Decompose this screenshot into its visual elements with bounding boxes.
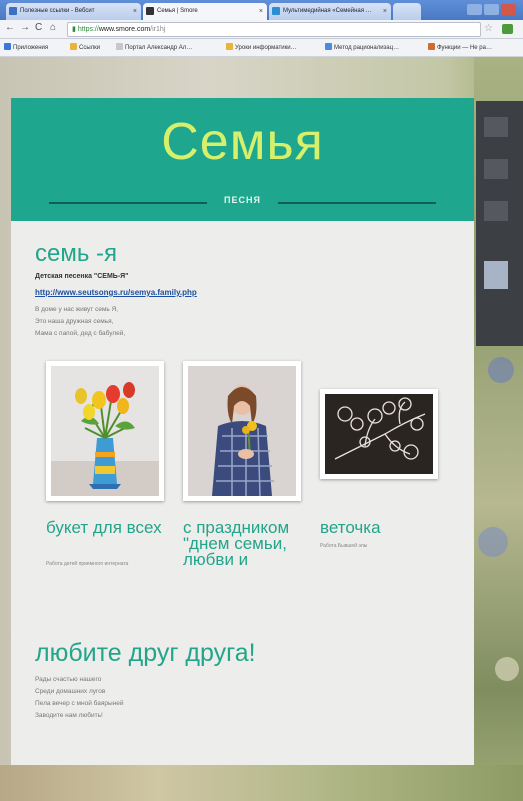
- flyer-card: Семья ПЕСНЯ семь -я Детская песенка "СЕМ…: [11, 98, 474, 765]
- bookmark-label: Ссылки: [79, 45, 101, 51]
- extension-icon[interactable]: [502, 24, 513, 34]
- section-heading: семь -я: [35, 240, 118, 267]
- flyer-title: Семья: [161, 113, 324, 171]
- gallery-caption-title: букет для всех: [46, 518, 162, 537]
- background-flower: [488, 357, 514, 383]
- gallery-photo-girl[interactable]: [183, 361, 301, 501]
- bookmark-label: Портал Александр Ал…: [125, 45, 193, 51]
- folder-icon: [70, 43, 77, 50]
- window-controls: [465, 2, 517, 15]
- song-title: Детская песенка "СЕМЬ-Я": [35, 273, 129, 280]
- browser-tab-active[interactable]: Семья | Smore ×: [143, 3, 267, 20]
- gallery-caption-desc: Работа детей приемного интерната: [46, 561, 129, 567]
- gallery-caption-title: веточка: [320, 518, 381, 537]
- maximize-button[interactable]: [484, 4, 499, 15]
- forward-arrow-icon[interactable]: →: [20, 22, 30, 33]
- browser-tab[interactable]: Мультимедийная «Семейная … ×: [269, 3, 391, 20]
- girl-photo-image: [188, 366, 296, 496]
- bookmark-star-icon[interactable]: ☆: [484, 23, 493, 34]
- browser-toolbar: ← → C ⌂ ▮ https://www.smore.com/ir1hj ☆: [0, 20, 523, 39]
- page-viewport: Семья ПЕСНЯ семь -я Детская песенка "СЕМ…: [0, 57, 523, 801]
- url-protocol: https://: [77, 26, 99, 33]
- reload-icon[interactable]: C: [35, 22, 42, 33]
- bookmark-item[interactable]: Портал Александр Ал…: [116, 43, 192, 51]
- bookmark-label: Уроки информатики…: [235, 45, 297, 51]
- background-flower: [478, 527, 508, 557]
- browser-tab-bar: Полезные ссылки - Вебсит × Семья | Smore…: [0, 0, 523, 20]
- gallery-photo-bouquet[interactable]: [46, 361, 164, 501]
- song-link[interactable]: http://www.seutsongs.ru/semya.family.php: [35, 288, 197, 297]
- close-tab-icon[interactable]: ×: [259, 3, 263, 20]
- bookmark-label: Метод рационализац…: [334, 45, 400, 51]
- window-close-button[interactable]: [501, 4, 516, 15]
- tab-label: Семья | Smore: [157, 8, 198, 14]
- gallery-photo-sprig[interactable]: [320, 389, 438, 479]
- side-button[interactable]: [484, 117, 508, 137]
- lock-icon: ▮: [72, 26, 76, 33]
- minimize-button[interactable]: [467, 4, 482, 15]
- new-tab-button[interactable]: [393, 3, 421, 20]
- poem-line: Среди домашних лугов: [35, 688, 106, 695]
- url-path: /ir1hj: [150, 26, 166, 33]
- gallery-caption-desc: Работа Бывшей элы: [320, 543, 368, 549]
- background-photo-bottom: [0, 765, 523, 801]
- tab-label: Мультимедийная «Семейная …: [283, 8, 372, 14]
- close-tab-icon[interactable]: ×: [133, 3, 137, 20]
- flyer-subtitle: ПЕСНЯ: [224, 195, 261, 205]
- poem-line: Рады счастью нашего: [35, 676, 102, 683]
- poem-line: Заводите нам любить!: [35, 712, 103, 719]
- song-line: В доме у нас живут семь Я,: [35, 306, 119, 313]
- page-icon: [428, 43, 435, 50]
- favicon-icon: [9, 7, 17, 15]
- apps-icon: [4, 43, 11, 50]
- url-host: www.smore.com: [98, 26, 151, 33]
- bookmark-label: Приложения: [13, 45, 49, 51]
- favicon-icon: [146, 7, 154, 15]
- song-line: Мама с папой, дед с бабулей,: [35, 330, 126, 337]
- home-icon[interactable]: ⌂: [50, 22, 56, 33]
- folder-icon: [226, 43, 233, 50]
- flyer-header: Семья ПЕСНЯ: [11, 98, 474, 221]
- page-icon: [116, 43, 123, 50]
- page-icon: [325, 43, 332, 50]
- address-bar[interactable]: ▮ https://www.smore.com/ir1hj: [67, 22, 481, 37]
- bookmark-item[interactable]: Приложения: [4, 43, 48, 51]
- tab-label: Полезные ссылки - Вебсит: [20, 8, 95, 14]
- bookmark-label: Функции — Не ра…: [437, 45, 492, 51]
- poem-line: Пела вечер с мной баярыней: [35, 700, 124, 707]
- bookmarks-bar: Приложения Ссылки Портал Александр Ал… У…: [0, 39, 523, 57]
- bookmark-item[interactable]: Уроки информатики…: [226, 43, 297, 51]
- back-arrow-icon[interactable]: ←: [5, 22, 15, 33]
- bookmark-item[interactable]: Функции — Не ра…: [428, 43, 492, 51]
- side-button[interactable]: [484, 159, 508, 179]
- section-heading: любите друг друга!: [35, 639, 256, 667]
- gallery-caption-title: с праздником "днем семьи, любви и: [183, 518, 290, 569]
- bouquet-image: [51, 366, 159, 496]
- bookmark-item[interactable]: Метод рационализац…: [325, 43, 399, 51]
- close-tab-icon[interactable]: ×: [383, 3, 387, 20]
- side-button[interactable]: [484, 201, 508, 221]
- side-toolbar: [476, 101, 523, 346]
- song-line: Это наша дружная семья,: [35, 318, 114, 325]
- favicon-icon: [272, 7, 280, 15]
- browser-tab[interactable]: Полезные ссылки - Вебсит ×: [6, 3, 141, 20]
- background-flower: [495, 657, 519, 681]
- side-thumbnail[interactable]: [484, 261, 508, 289]
- bookmark-item[interactable]: Ссылки: [70, 43, 100, 51]
- lace-sprig-image: [325, 394, 433, 474]
